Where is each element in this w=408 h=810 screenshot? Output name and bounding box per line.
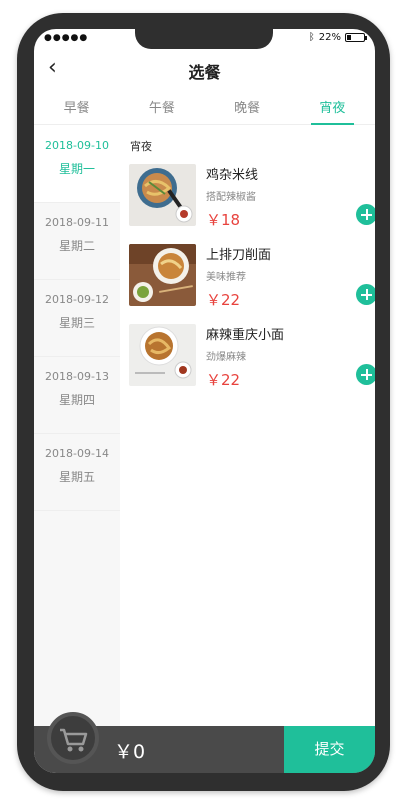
tab-dinner[interactable]: 晚餐 xyxy=(205,89,290,124)
notch xyxy=(135,29,273,49)
bluetooth-icon: ᛒ xyxy=(308,32,315,43)
date-sidebar: 2018-09-10 星期一 2018-09-11 星期二 2018-09-12… xyxy=(34,126,120,726)
food-description: 美味推荐 xyxy=(206,272,246,283)
date-item[interactable]: 2018-09-14 星期五 xyxy=(34,434,120,511)
date-label: 2018-09-11 xyxy=(45,216,109,229)
food-name: 鸡杂米线 xyxy=(206,168,259,183)
food-item: 麻辣重庆小面 劲爆麻辣 ￥22 xyxy=(129,324,375,389)
food-image xyxy=(129,244,196,306)
date-label: 2018-09-12 xyxy=(45,293,109,306)
tab-breakfast[interactable]: 早餐 xyxy=(34,89,119,124)
food-description: 搭配辣椒酱 xyxy=(206,192,256,203)
food-price: ￥18 xyxy=(206,211,241,229)
weekday-label: 星期二 xyxy=(58,239,95,253)
tab-late-night[interactable]: 宵夜 xyxy=(290,89,375,125)
food-name: 上排刀削面 xyxy=(206,248,272,263)
add-to-cart-button[interactable] xyxy=(356,364,375,385)
date-item[interactable]: 2018-09-11 星期二 xyxy=(34,203,120,280)
add-to-cart-button[interactable] xyxy=(356,284,375,305)
cart-total: ￥0 xyxy=(114,741,146,763)
date-item[interactable]: 2018-09-12 星期三 xyxy=(34,280,120,357)
food-price: ￥22 xyxy=(206,291,241,309)
app-screen: ●●●●● ᛒ 22% ‹ 选餐 早餐 午餐 晚餐 宵夜 2018-09-10 … xyxy=(34,29,375,773)
weekday-label: 星期一 xyxy=(58,162,95,176)
signal-indicator: ●●●●● xyxy=(44,33,89,43)
food-image xyxy=(129,164,196,226)
status-right: ᛒ 22% xyxy=(308,32,367,43)
date-label: 2018-09-14 xyxy=(45,447,109,460)
food-name: 麻辣重庆小面 xyxy=(206,328,285,343)
food-price: ￥22 xyxy=(206,371,241,389)
food-image xyxy=(129,324,196,386)
weekday-label: 星期五 xyxy=(58,470,95,484)
battery-icon xyxy=(345,33,367,42)
weekday-label: 星期四 xyxy=(58,393,95,407)
date-item[interactable]: 2018-09-13 星期四 xyxy=(34,357,120,434)
cart-button[interactable] xyxy=(47,712,99,764)
food-item: 上排刀削面 美味推荐 ￥22 xyxy=(129,244,375,309)
page-title: 选餐 xyxy=(188,63,221,82)
food-description: 劲爆麻辣 xyxy=(206,352,246,363)
food-list: 宵夜 鸡杂米线 搭配辣椒酱 ￥18 上排刀削面 美味推荐 ￥22 麻辣重庆小面 … xyxy=(120,126,375,726)
food-item: 鸡杂米线 搭配辣椒酱 ￥18 xyxy=(129,164,375,229)
date-label: 2018-09-10 xyxy=(45,139,109,152)
weekday-label: 星期三 xyxy=(58,316,95,330)
date-label: 2018-09-13 xyxy=(45,370,109,383)
section-title: 宵夜 xyxy=(130,140,152,153)
cart-icon xyxy=(60,728,88,752)
add-to-cart-button[interactable] xyxy=(356,204,375,225)
battery-percent: 22% xyxy=(318,32,341,43)
nav-bar: ‹ 选餐 xyxy=(34,51,375,89)
meal-tabs: 早餐 午餐 晚餐 宵夜 xyxy=(34,89,375,125)
date-item[interactable]: 2018-09-10 星期一 xyxy=(34,126,120,203)
tab-lunch[interactable]: 午餐 xyxy=(119,89,204,124)
submit-button[interactable]: 提交 xyxy=(284,726,375,773)
